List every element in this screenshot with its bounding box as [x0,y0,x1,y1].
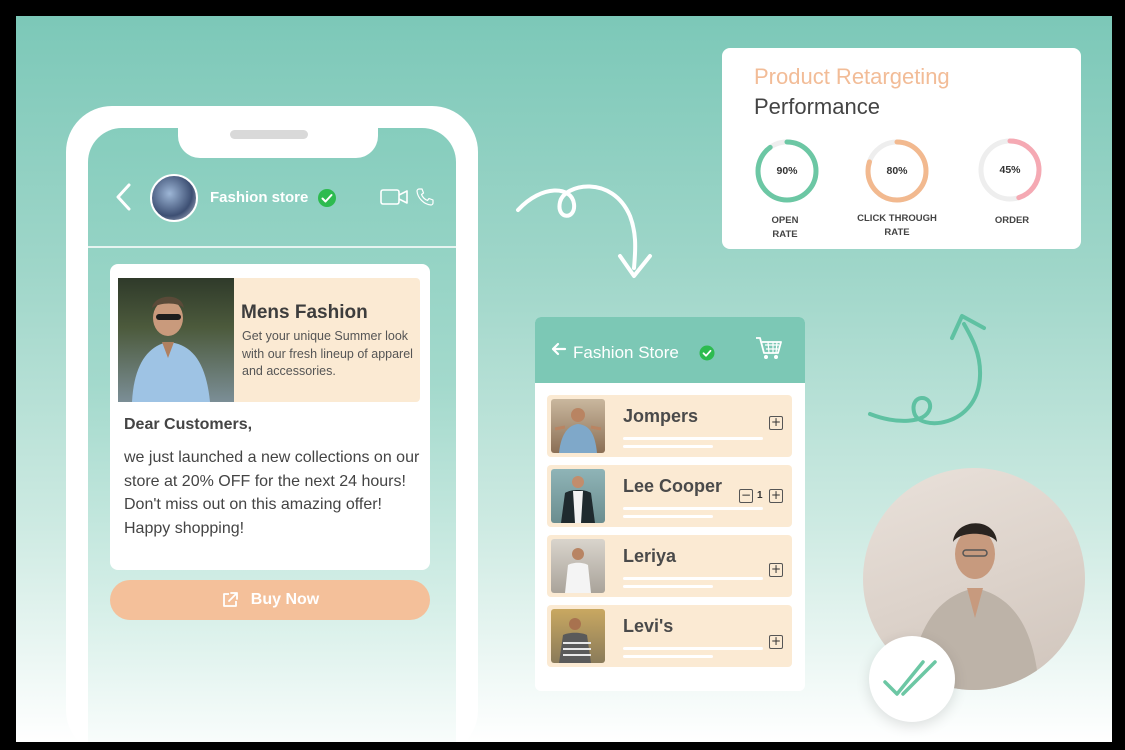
placeholder-line [623,655,713,658]
phone-call-icon[interactable] [416,188,434,206]
store-avatar[interactable] [150,174,198,222]
product-thumbnail [551,399,605,453]
message-card: Mens Fashion Get your unique Summer look… [110,264,430,570]
double-check-icon [883,660,937,696]
verified-check-icon [699,345,715,361]
phone-notch [178,128,378,158]
curly-arrow-up-icon [868,314,986,426]
product-name: Leriya [623,546,677,566]
product-item-leriya[interactable]: Leriya + [547,535,792,597]
placeholder-line [623,515,713,518]
promo-title: Mens Fashion [241,302,368,323]
product-name: Levi's [623,616,674,636]
message-body: we just launched a new collections on ou… [124,449,420,537]
placeholder-line [623,585,713,588]
phone-mockup: Fashion store Mens Fashion Get your uniq… [66,106,478,742]
metric-value: 90% [776,165,798,177]
increase-quantity-button[interactable]: + [769,489,783,503]
metric-ring-click-through-rate: 80% [862,136,932,206]
product-thumbnail [551,609,605,663]
back-chevron-icon[interactable] [114,182,134,212]
store-title: Fashion Store [573,343,679,362]
quantity-value: 1 [757,490,763,501]
metric-value: 45% [999,164,1021,176]
placeholder-line [623,647,763,650]
video-call-icon[interactable] [380,188,408,206]
header-divider [88,246,456,248]
store-name: Fashion store [210,189,309,206]
buy-now-label: Buy Now [250,591,320,608]
metric-label-click-through-rate: CLICK THROUGH RATE [857,213,937,238]
product-name: Jompers [623,406,699,426]
promo-description: Get your unique Summer look with our fre… [242,329,413,378]
metric-label-open-rate: OPEN RATE [771,215,799,240]
add-to-cart-button[interactable]: + [769,416,783,430]
external-link-icon [222,592,238,607]
phone-speaker [230,130,308,139]
chat-header: Fashion store [88,168,456,238]
placeholder-line [623,507,763,510]
product-thumbnail [551,469,605,523]
add-to-cart-button[interactable]: + [769,563,783,577]
metric-label-order: ORDER [994,215,1030,226]
performance-card: Product Retargeting Performance 90% OPEN… [722,48,1081,249]
add-to-cart-button[interactable]: + [769,635,783,649]
delivered-badge [869,636,955,722]
promo-photo [118,278,234,402]
buy-now-button[interactable]: Buy Now [110,580,430,620]
placeholder-line [623,577,763,580]
curly-arrow-icon [516,184,652,278]
product-item-levis[interactable]: Levi's + [547,605,792,667]
product-thumbnail [551,539,605,593]
performance-title-line2: Performance [754,94,880,119]
back-arrow-icon[interactable] [551,341,567,357]
store-header: Fashion Store [535,317,805,383]
placeholder-line [623,445,713,448]
metric-value: 80% [886,165,908,177]
product-name: Lee Cooper [623,476,723,496]
canvas: Fashion store Mens Fashion Get your uniq… [16,16,1112,742]
shopping-cart-icon[interactable] [755,335,783,361]
decrease-quantity-button[interactable]: − [739,489,753,503]
phone-screen: Fashion store Mens Fashion Get your uniq… [88,128,456,742]
metric-ring-open-rate: 90% [752,136,822,206]
store-panel: Fashion Store Jompers + Lee Cooper − 1 +… [535,317,805,691]
metric-ring-order: 45% [975,135,1045,205]
product-item-jompers[interactable]: Jompers + [547,395,792,457]
promo-banner[interactable]: Mens Fashion Get your unique Summer look… [118,278,420,402]
placeholder-line [623,437,763,440]
verified-check-icon [318,189,336,207]
performance-title-line1: Product Retargeting [754,64,950,89]
message-greeting: Dear Customers, [124,416,253,433]
product-item-lee-cooper[interactable]: Lee Cooper − 1 + [547,465,792,527]
